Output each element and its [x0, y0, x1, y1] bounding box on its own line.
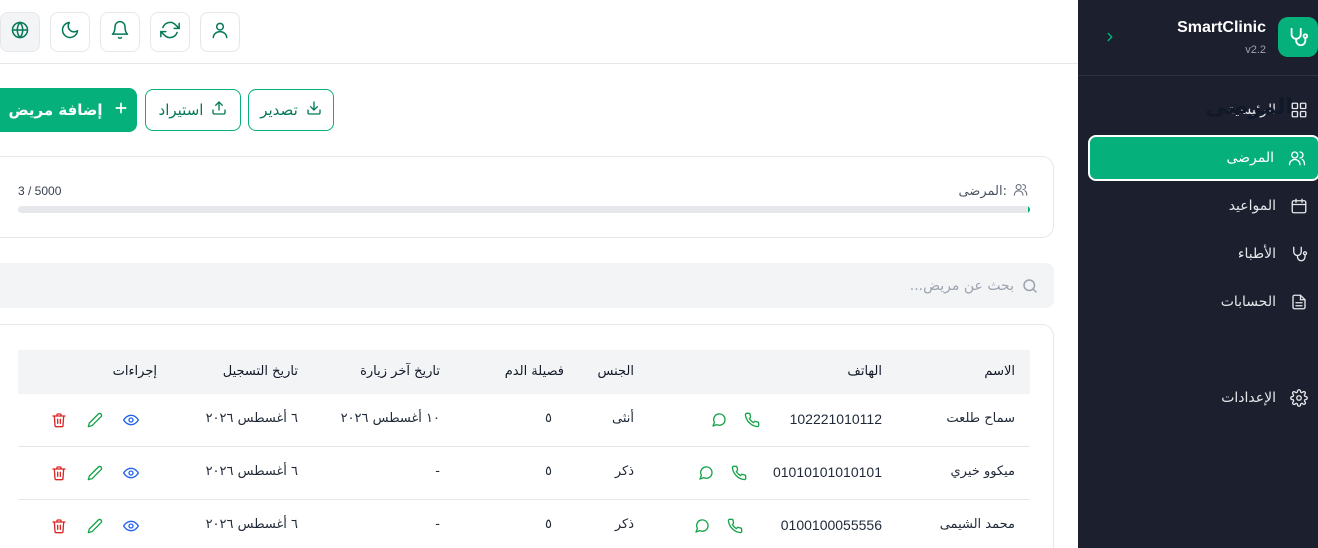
patient-phone: 01010101010101 [772, 464, 882, 480]
notifications-button[interactable] [100, 12, 140, 52]
search-box [0, 263, 1054, 308]
patient-gender: ذكر [614, 517, 634, 532]
column-header-gender[interactable]: الجنس [598, 364, 634, 379]
column-header-last-visit[interactable]: تاريخ آخر زيارة [360, 364, 440, 379]
patient-last-visit: - [435, 464, 440, 479]
calendar-icon [1288, 195, 1310, 217]
import-button[interactable]: استيراد [145, 89, 241, 131]
delete-icon[interactable] [50, 517, 68, 535]
delete-icon[interactable] [50, 411, 68, 429]
patient-blood-type: ٥ [545, 464, 552, 479]
sidebar-item-label: المرضى [1226, 150, 1274, 166]
patient-phone: 0100100055556 [780, 517, 882, 533]
patient-phone: 102221010112 [789, 411, 882, 427]
patient-name: محمد الشيمى [939, 517, 1015, 532]
patient-blood-type: ٥ [545, 411, 552, 426]
gear-icon [1288, 387, 1310, 409]
sidebar: SmartClinic v2.2 الرئيسية المرضى المواعي… [1078, 0, 1318, 548]
stethoscope-logo-icon [1278, 17, 1318, 57]
search-input[interactable] [114, 263, 1014, 308]
table-row[interactable]: ميكوو خيري 01010101010101 ذكر ٥ - ٦ أغسط… [18, 447, 1030, 500]
sidebar-item-label: الإعدادات [1221, 390, 1276, 406]
export-button[interactable]: تصدير [248, 89, 334, 131]
patient-registered: ٦ أغسطس ٢٠٢٦ [205, 464, 298, 479]
sidebar-item-label: المواعيد [1228, 198, 1276, 214]
edit-icon[interactable] [86, 517, 104, 535]
view-icon[interactable] [122, 464, 140, 482]
sidebar-item-doctors[interactable]: الأطباء [1088, 231, 1318, 277]
whatsapp-icon[interactable] [693, 517, 711, 535]
refresh-button[interactable] [150, 12, 190, 52]
sidebar-item-settings[interactable]: الإعدادات [1088, 375, 1318, 421]
download-icon [306, 100, 322, 120]
table-header: الاسم الهاتف الجنس فصيلة الدم تاريخ آخر … [18, 350, 1030, 394]
sidebar-item-patients[interactable]: المرضى [1088, 135, 1318, 181]
patient-registered: ٦ أغسطس ٢٠٢٦ [205, 517, 298, 532]
patient-name: سماح طلعت [946, 411, 1015, 426]
top-bar [0, 0, 1078, 64]
chevron-right-icon[interactable] [1100, 27, 1120, 47]
phone-icon[interactable] [726, 517, 744, 535]
quota-label-group: المرضى: [958, 182, 1028, 201]
bell-icon [110, 20, 130, 44]
quota-progress-fill [1027, 206, 1030, 213]
upload-icon [211, 100, 227, 120]
users-icon [1013, 182, 1028, 201]
plus-icon [113, 100, 129, 120]
column-header-name[interactable]: الاسم [984, 364, 1015, 379]
column-header-phone[interactable]: الهاتف [847, 364, 882, 379]
patient-last-visit: ١٠ أغسطس ٢٠٢٦ [340, 411, 440, 426]
refresh-icon [160, 20, 180, 44]
patient-gender: أنثى [612, 411, 634, 426]
language-button[interactable] [0, 12, 40, 52]
phone-icon[interactable] [730, 464, 748, 482]
whatsapp-icon[interactable] [710, 411, 728, 429]
phone-icon[interactable] [743, 411, 761, 429]
delete-icon[interactable] [50, 464, 68, 482]
export-label: تصدير [260, 101, 298, 119]
brand-name: SmartClinic [1177, 19, 1266, 36]
theme-toggle-button[interactable] [50, 12, 90, 52]
moon-icon [60, 20, 80, 44]
column-header-registered[interactable]: تاريخ التسجيل [223, 364, 298, 379]
table-row[interactable]: محمد الشيمى 0100100055556 ذكر ٥ - ٦ أغسط… [18, 500, 1030, 548]
view-icon[interactable] [122, 517, 140, 535]
edit-icon[interactable] [86, 411, 104, 429]
sidebar-item-accounts[interactable]: الحسابات [1088, 279, 1318, 325]
globe-icon [10, 20, 30, 44]
patient-last-visit: - [435, 517, 440, 532]
sidebar-item-label: الحسابات [1220, 294, 1276, 310]
quota-label: المرضى: [958, 184, 1007, 199]
quota-progress-bar [18, 206, 1030, 213]
document-icon [1288, 291, 1310, 313]
search-icon [1020, 276, 1040, 296]
profile-button[interactable] [200, 12, 240, 52]
patient-blood-type: ٥ [545, 517, 552, 532]
patients-quota-card: المرضى: 3 / 5000 [0, 156, 1054, 238]
column-header-blood-type[interactable]: فصيلة الدم [505, 364, 564, 379]
view-icon[interactable] [122, 411, 140, 429]
edit-icon[interactable] [86, 464, 104, 482]
sidebar-item-label: الأطباء [1237, 246, 1276, 262]
quota-count: 3 / 5000 [18, 184, 62, 198]
sidebar-brand: SmartClinic v2.2 [1078, 0, 1318, 76]
add-patient-label: إضافة مريض [8, 101, 103, 119]
column-header-actions: إجراءات [112, 364, 157, 379]
whatsapp-icon[interactable] [697, 464, 715, 482]
patients-table-card: الاسم الهاتف الجنس فصيلة الدم تاريخ آخر … [0, 324, 1054, 548]
user-icon [210, 20, 230, 44]
users-icon [1286, 147, 1308, 169]
page-title: المرضى [1205, 95, 1293, 120]
patient-registered: ٦ أغسطس ٢٠٢٦ [205, 411, 298, 426]
table-row[interactable]: سماح طلعت 102221010112 أنثى ٥ ١٠ أغسطس ٢… [18, 394, 1030, 447]
stethoscope-icon [1288, 243, 1310, 265]
brand-version: v2.2 [1245, 44, 1266, 56]
add-patient-button[interactable]: إضافة مريض [0, 88, 137, 132]
import-label: استيراد [158, 101, 204, 119]
patient-name: ميكوو خيري [950, 464, 1016, 479]
patient-gender: ذكر [614, 464, 634, 479]
sidebar-item-appointments[interactable]: المواعيد [1088, 183, 1318, 229]
